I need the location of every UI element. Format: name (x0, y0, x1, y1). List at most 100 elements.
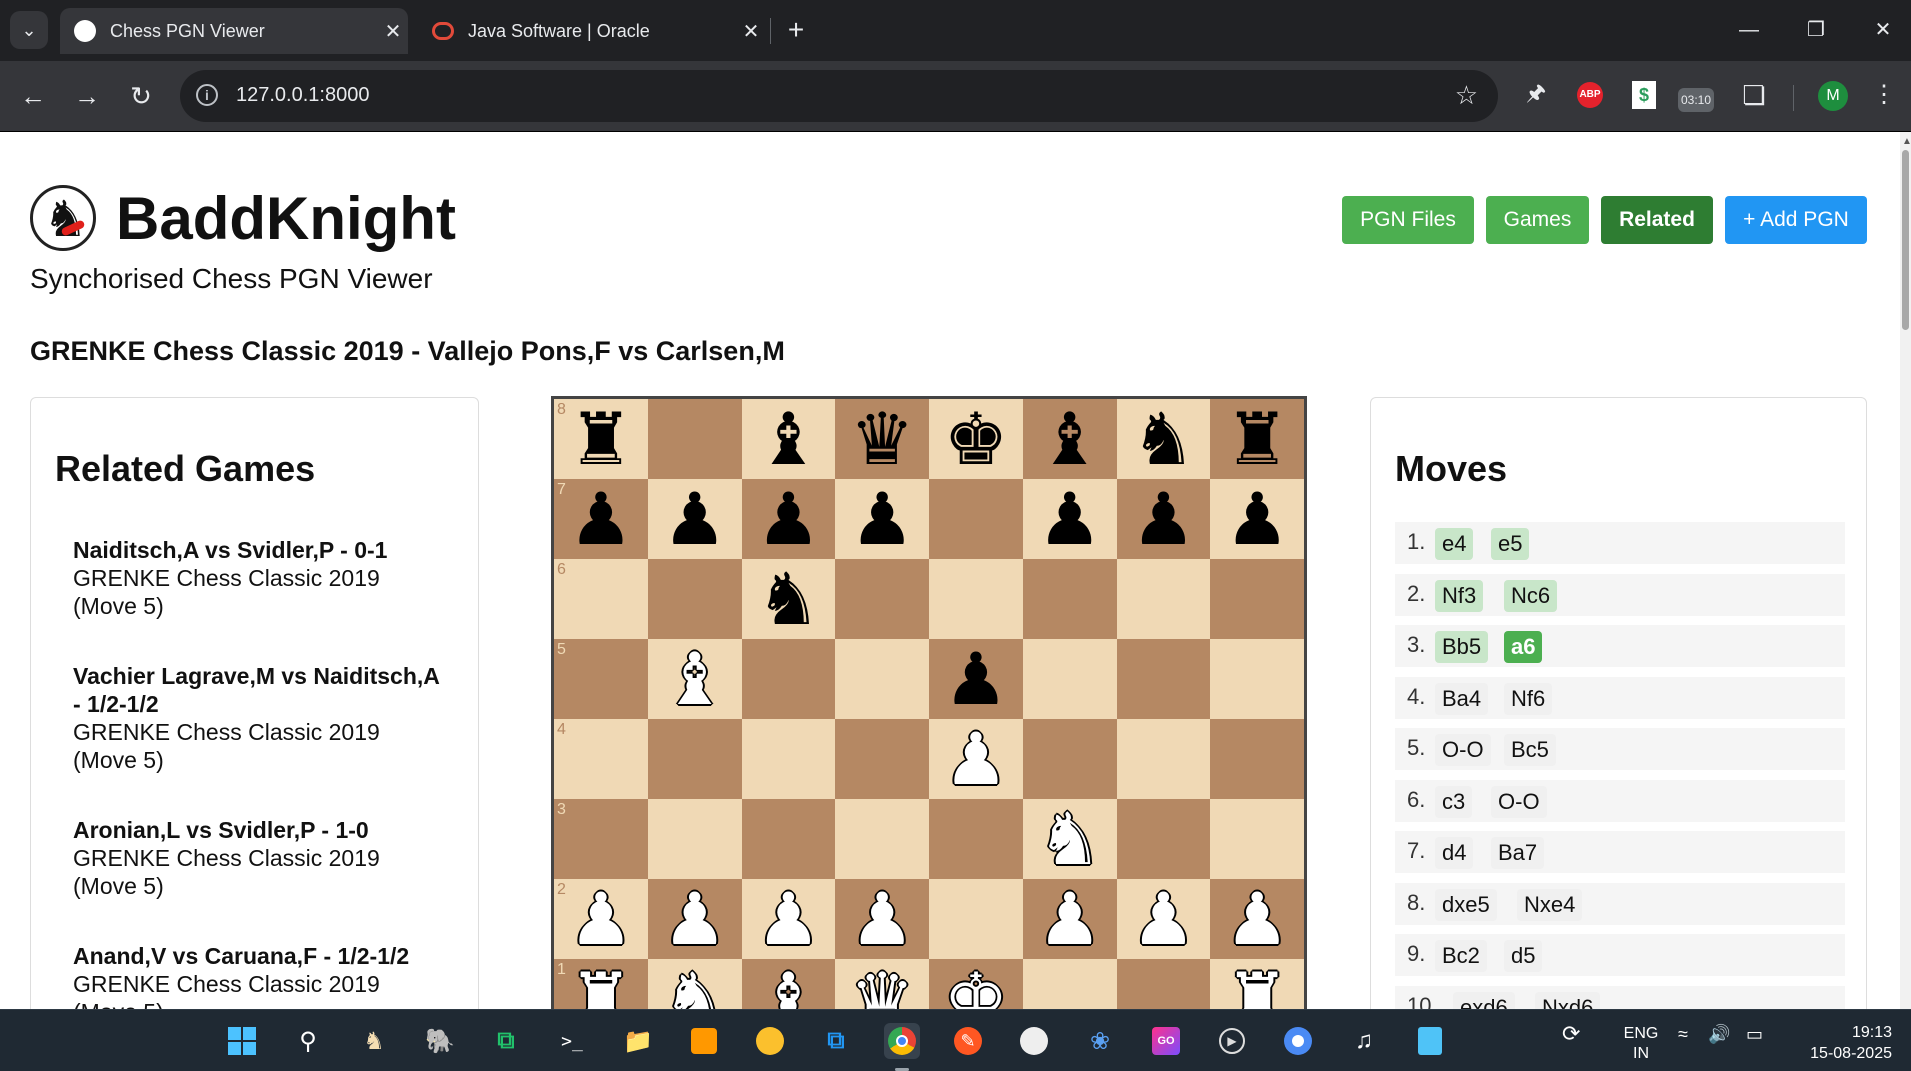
bookmark-star-icon[interactable]: ☆ (1455, 80, 1478, 111)
square-b7[interactable]: ♟ (647, 479, 742, 559)
pgn-files-button[interactable]: PGN Files (1342, 196, 1474, 244)
white-knight-icon[interactable]: ♞ (1023, 799, 1117, 879)
square-g4[interactable] (1116, 719, 1211, 799)
square-b2[interactable]: ♟ (647, 879, 742, 959)
black-move-button[interactable]: Bc5 (1504, 734, 1556, 766)
square-h2[interactable]: ♟ (1210, 879, 1304, 959)
square-e7[interactable] (929, 479, 1023, 559)
square-f2[interactable]: ♟ (1022, 879, 1117, 959)
black-pawn-icon[interactable]: ♟ (742, 479, 836, 559)
black-bishop-icon[interactable]: ♝ (1023, 399, 1117, 479)
white-rook-icon[interactable]: ♜ (554, 959, 648, 1009)
related-button[interactable]: Related (1601, 196, 1713, 244)
related-game-item[interactable]: Aronian,L vs Svidler,P - 1-0 GRENKE Ches… (73, 816, 453, 900)
square-f1[interactable] (1022, 959, 1117, 1009)
white-pawn-icon[interactable]: ♟ (1023, 879, 1117, 959)
pen-app-icon[interactable]: ✎ (950, 1023, 986, 1059)
white-pawn-icon[interactable]: ♟ (929, 719, 1023, 799)
white-queen-icon[interactable]: ♛ (835, 959, 929, 1009)
related-game-players[interactable]: Vachier Lagrave,M vs Naiditsch,A - 1/2-1… (73, 662, 453, 718)
white-move-button[interactable]: c3 (1435, 785, 1473, 818)
file-explorer-icon[interactable]: 📁 (620, 1023, 656, 1059)
square-g2[interactable]: ♟ (1116, 879, 1211, 959)
timer-extension-icon[interactable]: 03:10 (1678, 77, 1714, 113)
black-pawn-icon[interactable]: ♟ (835, 479, 929, 559)
related-game-item[interactable]: Vachier Lagrave,M vs Naiditsch,A - 1/2-1… (73, 662, 453, 774)
square-f8[interactable]: ♝ (1022, 399, 1117, 479)
square-f5[interactable] (1022, 639, 1117, 719)
square-a6[interactable]: 6 (554, 559, 648, 639)
site-info-icon[interactable]: i (196, 84, 218, 106)
dollar-extension-icon[interactable]: $ (1626, 77, 1662, 113)
square-a2[interactable]: 2 ♟ (554, 879, 648, 959)
pin-extension-icon[interactable]: 🖈 (1518, 77, 1554, 113)
white-bishop-icon[interactable]: ♝ (648, 639, 742, 719)
vscode-icon[interactable]: ⧉ (818, 1023, 854, 1059)
square-f3[interactable]: ♞ (1022, 799, 1117, 879)
battery-icon[interactable]: ▭ (1746, 1024, 1763, 1044)
yellow-app-icon[interactable] (752, 1023, 788, 1059)
white-move-button[interactable]: e4 (1435, 528, 1474, 560)
square-e5[interactable]: ♟ (929, 639, 1023, 719)
square-d7[interactable]: ♟ (835, 479, 929, 559)
black-move-button[interactable]: a6 (1504, 631, 1543, 663)
tab-java-software-oracle[interactable]: Java Software | Oracle ✕ (418, 8, 766, 54)
square-c4[interactable] (741, 719, 836, 799)
white-move-button[interactable]: exd6 (1453, 991, 1515, 1009)
square-c8[interactable]: ♝ (741, 399, 836, 479)
square-a1[interactable]: 1 ♜ (554, 959, 648, 1009)
profile-avatar[interactable]: M (1818, 81, 1848, 111)
white-pawn-icon[interactable]: ♟ (1210, 879, 1304, 959)
square-g6[interactable] (1116, 559, 1211, 639)
black-move-button[interactable]: O-O (1491, 785, 1547, 818)
white-move-button[interactable]: O-O (1435, 734, 1491, 766)
reload-icon[interactable]: ↻ (120, 75, 162, 117)
square-g5[interactable] (1116, 639, 1211, 719)
white-pawn-icon[interactable]: ♟ (648, 879, 742, 959)
back-arrow-icon[interactable]: ← (12, 75, 54, 117)
chrome-icon[interactable] (884, 1023, 920, 1059)
white-rook-icon[interactable]: ♜ (1210, 959, 1304, 1009)
square-d2[interactable]: ♟ (835, 879, 929, 959)
square-h5[interactable] (1210, 639, 1304, 719)
related-game-players[interactable]: Naiditsch,A vs Svidler,P - 0-1 (73, 536, 453, 564)
square-c5[interactable] (741, 639, 836, 719)
language-indicator[interactable]: ENG IN (1616, 1024, 1666, 1064)
black-bishop-icon[interactable]: ♝ (742, 399, 836, 479)
white-pawn-icon[interactable]: ♟ (1117, 879, 1211, 959)
black-pawn-icon[interactable]: ♟ (1117, 479, 1211, 559)
square-a8[interactable]: 8 ♜ (554, 399, 648, 479)
wifi-icon[interactable]: ≈ (1678, 1024, 1688, 1044)
close-tab-icon[interactable]: ✕ (378, 19, 408, 44)
goose-app-icon[interactable] (1016, 1023, 1052, 1059)
black-move-button[interactable]: Nxd6 (1535, 991, 1601, 1009)
square-a4[interactable]: 4 (554, 719, 648, 799)
black-move-button[interactable]: Nxe4 (1517, 888, 1583, 921)
square-d5[interactable] (835, 639, 929, 719)
paw-app-icon[interactable]: ❀ (1082, 1023, 1118, 1059)
goland-icon[interactable]: GO (1148, 1023, 1184, 1059)
white-move-button[interactable]: Nf3 (1435, 579, 1484, 612)
square-a7[interactable]: 7 ♟ (554, 479, 648, 559)
black-king-icon[interactable]: ♚ (929, 399, 1023, 479)
close-window-icon[interactable]: ✕ (1853, 10, 1911, 50)
minimize-window-icon[interactable]: — (1719, 10, 1779, 50)
tab-search-button[interactable]: ⌄ (10, 11, 48, 49)
square-c2[interactable]: ♟ (741, 879, 836, 959)
square-b1[interactable]: ♞ (647, 959, 742, 1009)
tab-chess-pgn-viewer[interactable]: Chess PGN Viewer ✕ (60, 8, 408, 54)
extensions-puzzle-icon[interactable]: ❏ (1736, 77, 1772, 113)
black-rook-icon[interactable]: ♜ (1210, 399, 1304, 479)
black-move-button[interactable]: Nf6 (1504, 682, 1553, 715)
white-move-button[interactable]: Bb5 (1435, 631, 1489, 663)
postgresql-icon[interactable]: 🐘 (422, 1023, 458, 1059)
scrollbar-thumb[interactable] (1902, 150, 1909, 330)
volume-icon[interactable]: 🔊 (1708, 1024, 1730, 1044)
square-f6[interactable] (1022, 559, 1117, 639)
square-b8[interactable] (647, 399, 742, 479)
address-bar[interactable]: i 127.0.0.1:8000 ☆ (180, 70, 1498, 122)
forward-arrow-icon[interactable]: → (66, 75, 108, 117)
black-knight-icon[interactable]: ♞ (1117, 399, 1211, 479)
white-move-button[interactable]: Bc2 (1435, 940, 1487, 972)
square-b4[interactable] (647, 719, 742, 799)
